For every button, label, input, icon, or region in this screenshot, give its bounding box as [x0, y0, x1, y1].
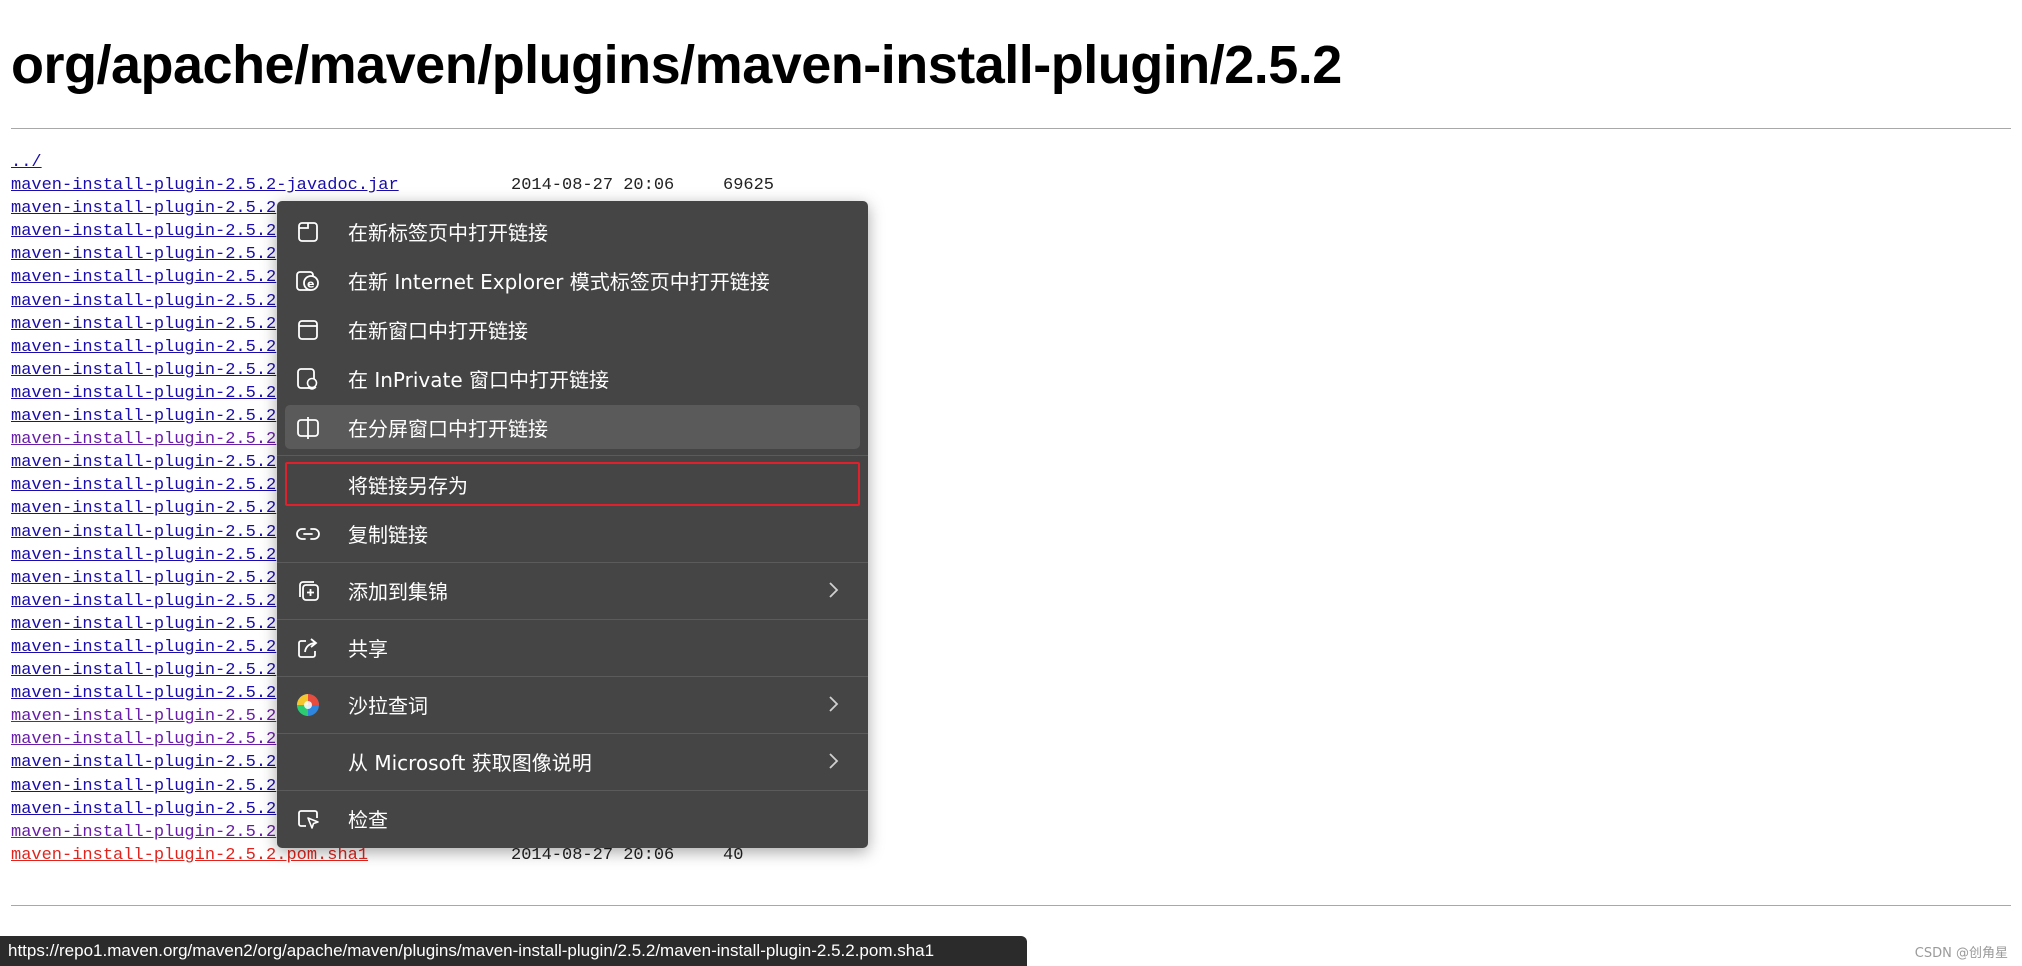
file-link[interactable]: maven-install-plugin-2.5.2	[11, 753, 276, 772]
menu-separator	[277, 455, 868, 456]
menu-item-inspect[interactable]: 检查	[285, 796, 860, 840]
file-link[interactable]: ../	[11, 153, 42, 172]
file-link[interactable]: maven-install-plugin-2.5.2	[11, 569, 276, 588]
file-link[interactable]: maven-install-plugin-2.5.2	[11, 592, 276, 611]
internet-explorer-icon: e	[295, 268, 321, 294]
new-window-icon	[295, 317, 321, 343]
menu-item-add-to-collections[interactable]: 添加到集锦	[285, 568, 860, 612]
file-link[interactable]: maven-install-plugin-2.5.2-javadoc.jar	[11, 176, 399, 195]
menu-item-save-link-as[interactable]: 将链接另存为	[285, 462, 860, 506]
chevron-right-icon	[822, 579, 844, 601]
watermark: CSDN @创角星	[1914, 946, 2008, 961]
menu-separator	[277, 790, 868, 791]
file-link[interactable]: maven-install-plugin-2.5.2	[11, 476, 276, 495]
menu-item-label: 添加到集锦	[348, 579, 448, 604]
file-size: 69625	[723, 176, 775, 196]
salad-icon	[295, 692, 321, 718]
menu-item-label: 沙拉查词	[348, 693, 428, 718]
file-link[interactable]: maven-install-plugin-2.5.2	[11, 199, 276, 218]
file-link[interactable]: maven-install-plugin-2.5.2	[11, 638, 276, 657]
menu-separator	[277, 562, 868, 563]
page-title: org/apache/maven/plugins/maven-install-p…	[11, 35, 1342, 95]
file-link[interactable]: maven-install-plugin-2.5.2	[11, 523, 276, 542]
menu-item-salad-lookup[interactable]: 沙拉查词	[285, 682, 860, 726]
menu-item-label: 在新标签页中打开链接	[348, 220, 548, 245]
menu-item-label: 将链接另存为	[348, 473, 468, 498]
menu-separator	[277, 733, 868, 734]
file-link[interactable]: maven-install-plugin-2.5.2	[11, 777, 276, 796]
menu-item-label: 检查	[348, 807, 388, 832]
file-link[interactable]: maven-install-plugin-2.5.2	[11, 361, 276, 380]
file-link[interactable]: maven-install-plugin-2.5.2	[11, 338, 276, 357]
file-link[interactable]: maven-install-plugin-2.5.2	[11, 384, 276, 403]
status-bar-url: https://repo1.maven.org/maven2/org/apach…	[0, 936, 1027, 966]
file-link[interactable]: maven-install-plugin-2.5.2	[11, 292, 276, 311]
file-link[interactable]: maven-install-plugin-2.5.2	[11, 245, 276, 264]
file-link[interactable]: maven-install-plugin-2.5.2	[11, 823, 276, 842]
menu-item-open-split-screen[interactable]: 在分屏窗口中打开链接	[285, 405, 860, 449]
file-link[interactable]: maven-install-plugin-2.5.2	[11, 222, 276, 241]
file-link[interactable]: maven-install-plugin-2.5.2	[11, 730, 276, 749]
new-tab-icon	[295, 219, 321, 245]
file-link[interactable]: maven-install-plugin-2.5.2	[11, 453, 276, 472]
file-link[interactable]: maven-install-plugin-2.5.2	[11, 546, 276, 565]
file-link[interactable]: maven-install-plugin-2.5.2	[11, 615, 276, 634]
menu-item-label: 在分屏窗口中打开链接	[348, 416, 548, 441]
split-screen-icon	[295, 415, 321, 441]
menu-item-open-new-window[interactable]: 在新窗口中打开链接	[285, 307, 860, 351]
menu-item-open-ie-mode-tab[interactable]: e 在新 Internet Explorer 模式标签页中打开链接	[285, 258, 860, 302]
file-link[interactable]: maven-install-plugin-2.5.2	[11, 661, 276, 680]
chevron-right-icon	[822, 693, 844, 715]
context-menu: 在新标签页中打开链接 e 在新 Internet Explorer 模式标签页中…	[277, 201, 868, 848]
file-link[interactable]: maven-install-plugin-2.5.2	[11, 407, 276, 426]
collections-icon	[295, 578, 321, 604]
menu-item-open-new-tab[interactable]: 在新标签页中打开链接	[285, 209, 860, 253]
menu-item-label: 在 InPrivate 窗口中打开链接	[348, 367, 610, 392]
menu-item-open-inprivate[interactable]: 在 InPrivate 窗口中打开链接	[285, 356, 860, 400]
share-icon	[295, 635, 321, 661]
svg-text:e: e	[307, 278, 314, 291]
menu-item-copy-link[interactable]: 复制链接	[285, 511, 860, 555]
menu-separator	[277, 619, 868, 620]
top-divider	[11, 128, 2011, 129]
file-link[interactable]: maven-install-plugin-2.5.2	[11, 315, 276, 334]
file-date: 2014-08-27 20:06	[511, 176, 675, 196]
menu-item-label: 在新 Internet Explorer 模式标签页中打开链接	[348, 269, 770, 294]
menu-item-label: 共享	[348, 636, 388, 661]
menu-item-image-description[interactable]: 从 Microsoft 获取图像说明	[285, 739, 860, 783]
link-icon	[295, 521, 321, 547]
file-link[interactable]: maven-install-plugin-2.5.2.pom.sha1	[11, 846, 368, 865]
list-item: maven-install-plugin-2.5.2-javadoc.jar 20…	[11, 174, 774, 197]
menu-item-label: 复制链接	[348, 522, 428, 547]
file-link[interactable]: maven-install-plugin-2.5.2	[11, 800, 276, 819]
menu-item-share[interactable]: 共享	[285, 625, 860, 669]
menu-item-label: 在新窗口中打开链接	[348, 318, 528, 343]
inspect-icon	[295, 806, 321, 832]
file-link[interactable]: maven-install-plugin-2.5.2	[11, 684, 276, 703]
bottom-divider	[11, 905, 2011, 906]
inprivate-icon	[295, 366, 321, 392]
chevron-right-icon	[822, 750, 844, 772]
file-link[interactable]: maven-install-plugin-2.5.2	[11, 707, 276, 726]
menu-separator	[277, 676, 868, 677]
file-link[interactable]: maven-install-plugin-2.5.2	[11, 499, 276, 518]
list-item: ../	[11, 151, 399, 174]
file-link[interactable]: maven-install-plugin-2.5.2	[11, 268, 276, 287]
menu-item-label: 从 Microsoft 获取图像说明	[348, 750, 592, 775]
file-link[interactable]: maven-install-plugin-2.5.2	[11, 430, 276, 449]
